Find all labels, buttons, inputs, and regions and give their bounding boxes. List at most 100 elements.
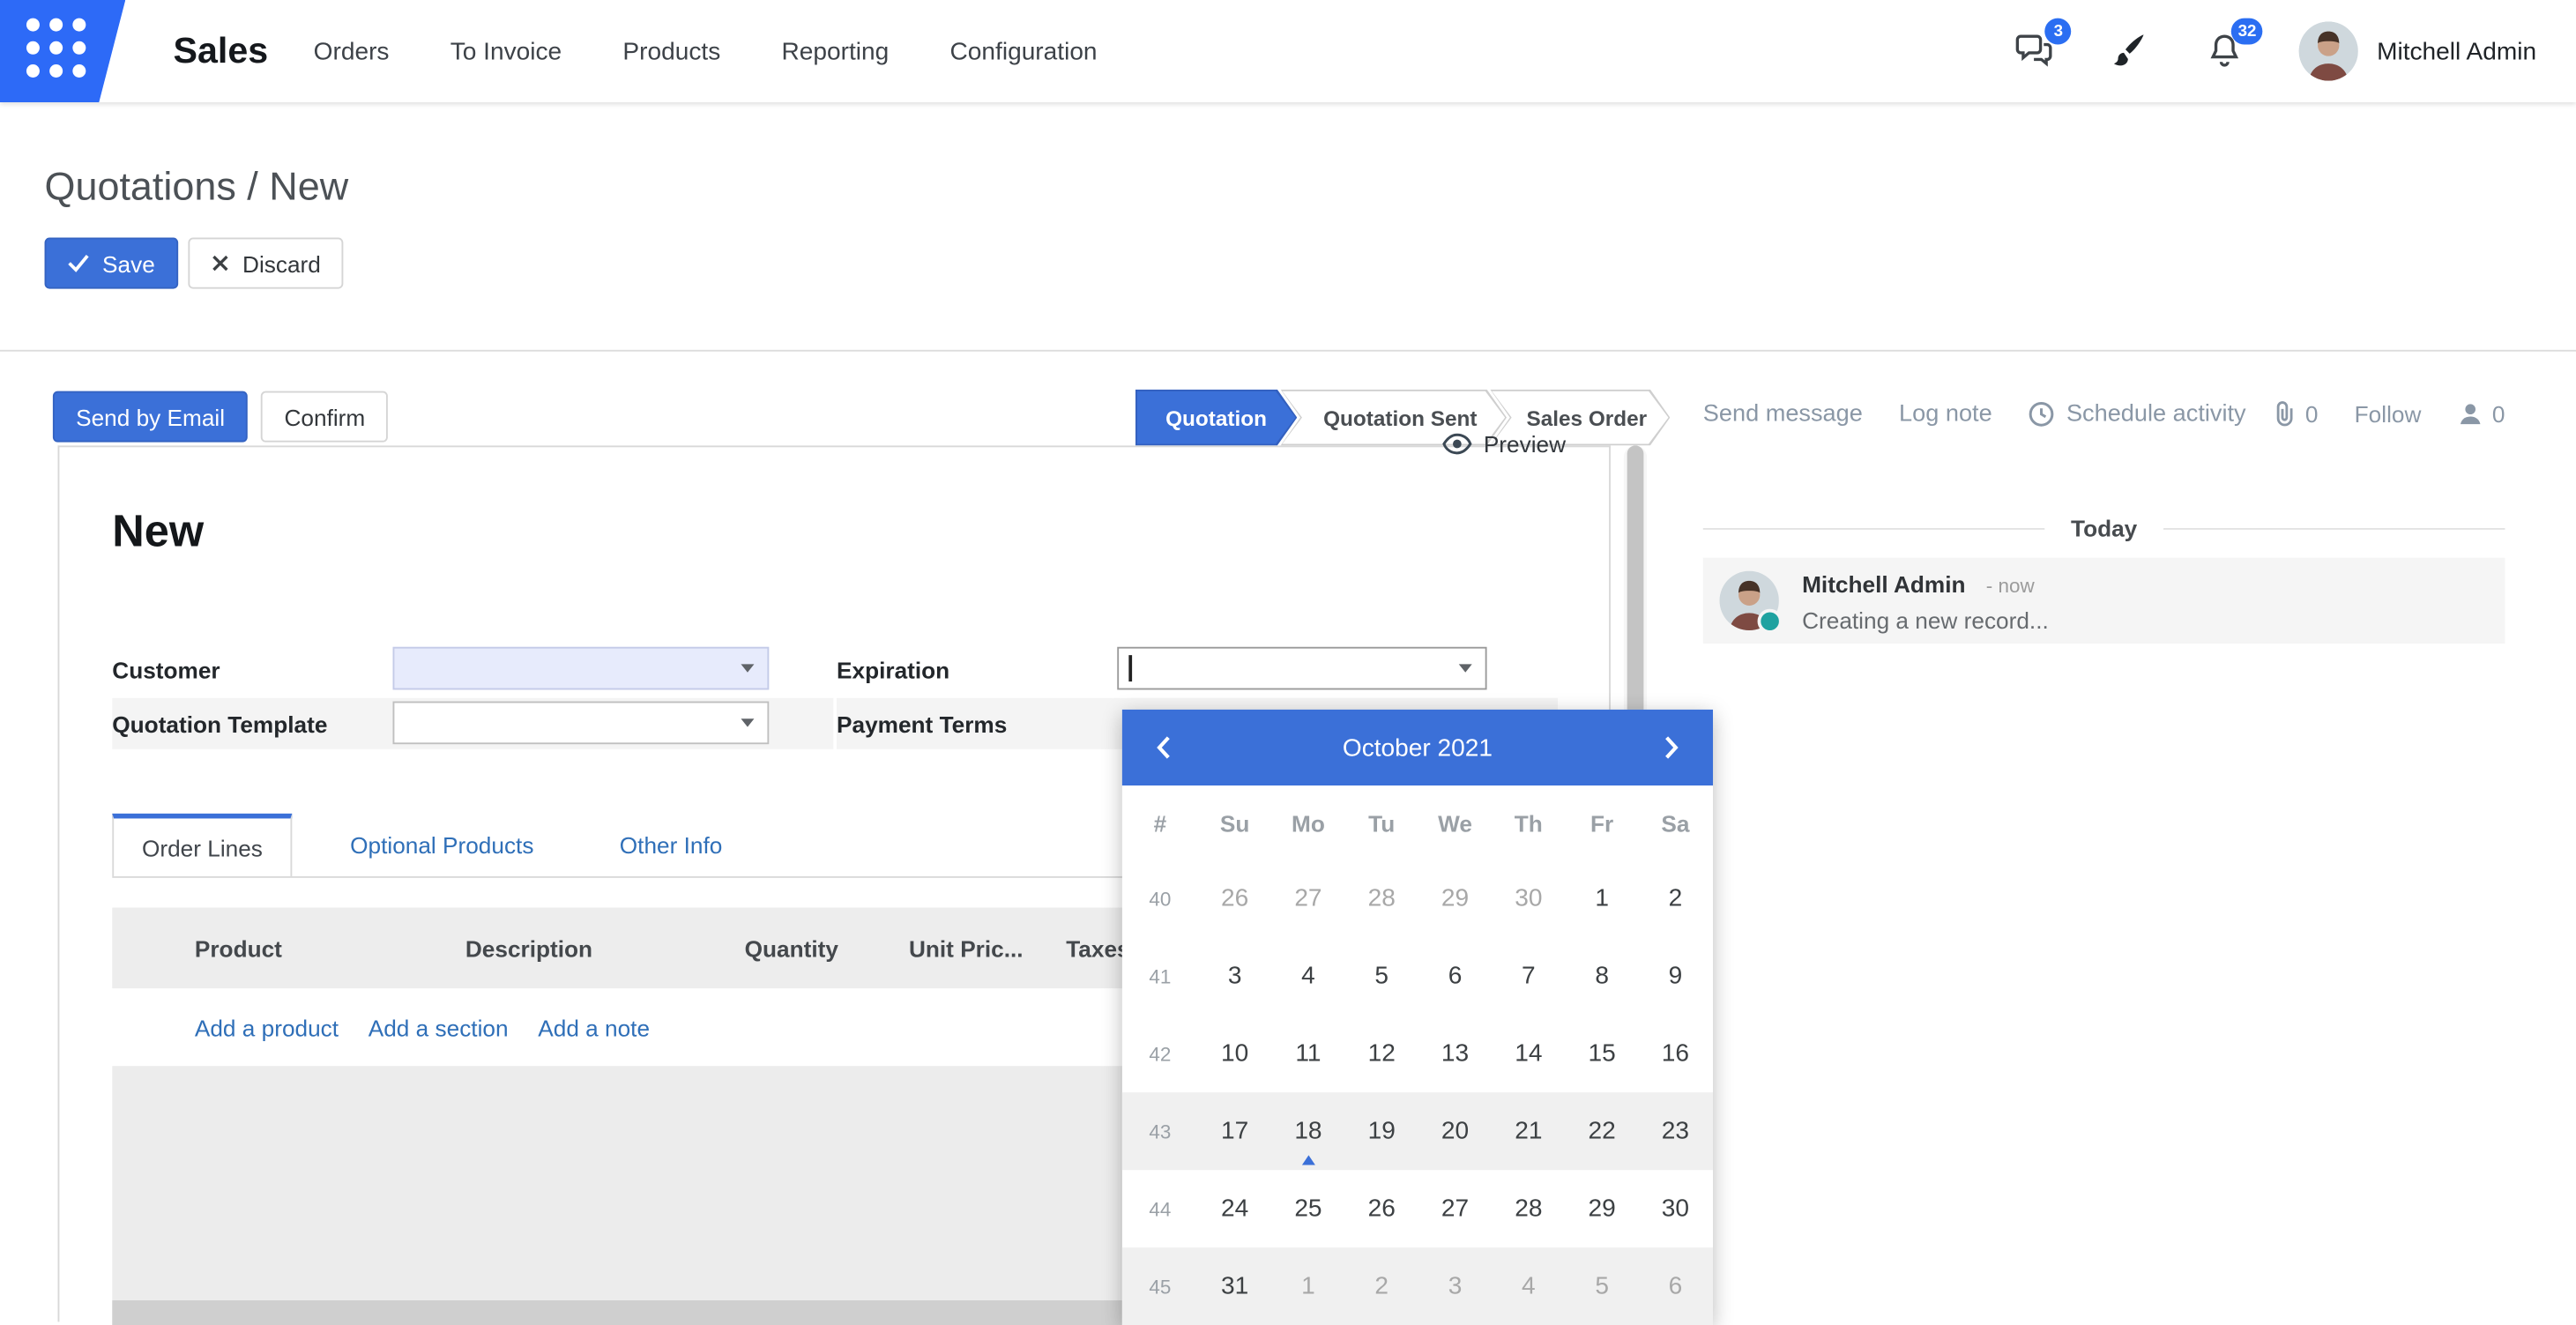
calendar-day[interactable]: 2 — [1639, 860, 1712, 937]
calendar-day[interactable]: 16 — [1639, 1015, 1712, 1092]
calendar-day[interactable]: 9 — [1639, 937, 1712, 1015]
calendar-day[interactable]: 28 — [1492, 1170, 1565, 1247]
previous-month-button[interactable] — [1145, 727, 1185, 767]
quotation-template-field[interactable] — [393, 702, 770, 745]
separator-line — [2163, 527, 2505, 529]
calendar-day[interactable]: 29 — [1565, 1170, 1638, 1247]
calendar-day[interactable]: 6 — [1639, 1247, 1712, 1325]
calendar-day[interactable]: 6 — [1418, 937, 1492, 1015]
clock-icon — [2029, 401, 2055, 428]
calendar-day[interactable]: 1 — [1565, 860, 1638, 937]
calendar-day[interactable]: 21 — [1492, 1092, 1565, 1170]
activities-button[interactable]: 32 — [2204, 30, 2247, 73]
messages-button[interactable]: 3 — [2012, 30, 2055, 73]
record-title: New — [112, 507, 204, 558]
calendar-day[interactable]: 17 — [1198, 1092, 1271, 1170]
datepicker-popup: October 2021 # Su Mo Tu We Th Fr Sa 40 2… — [1122, 710, 1713, 1325]
status-quotation[interactable]: Quotation — [1135, 390, 1297, 446]
calendar-day[interactable]: 5 — [1565, 1247, 1638, 1325]
message-author[interactable]: Mitchell Admin — [1802, 571, 1965, 598]
calendar-day[interactable]: 3 — [1198, 937, 1271, 1015]
calendar-day[interactable]: 25 — [1271, 1170, 1344, 1247]
customer-field[interactable] — [393, 647, 770, 690]
calendar-day[interactable]: 5 — [1345, 937, 1418, 1015]
calendar-day[interactable]: 12 — [1345, 1015, 1418, 1092]
column-description[interactable]: Description — [465, 934, 730, 961]
weekday-header: Sa — [1639, 809, 1712, 836]
app-name[interactable]: Sales — [174, 0, 269, 102]
calendar-day[interactable]: 24 — [1198, 1170, 1271, 1247]
preview-button[interactable]: Preview — [1442, 431, 1566, 458]
calendar-day[interactable]: 27 — [1418, 1170, 1492, 1247]
calendar-day[interactable]: 19 — [1345, 1092, 1418, 1170]
schedule-activity-button[interactable]: Schedule activity — [2029, 401, 2246, 428]
column-product[interactable]: Product — [112, 934, 465, 961]
calendar-day[interactable]: 30 — [1639, 1170, 1712, 1247]
calendar-day[interactable]: 20 — [1418, 1092, 1492, 1170]
menu-reporting[interactable]: Reporting — [782, 37, 890, 65]
calendar-day[interactable]: 29 — [1418, 860, 1492, 937]
calendar-day[interactable]: 31 — [1198, 1247, 1271, 1325]
calendar-day[interactable]: 1 — [1271, 1247, 1344, 1325]
calendar-day[interactable]: 7 — [1492, 937, 1565, 1015]
calendar-day[interactable]: 26 — [1198, 860, 1271, 937]
datepicker-month-title[interactable]: October 2021 — [1185, 733, 1650, 762]
add-a-section-link[interactable]: Add a section — [369, 1014, 509, 1040]
calendar-day[interactable]: 15 — [1565, 1015, 1638, 1092]
save-button-label: Save — [102, 250, 155, 277]
menu-products[interactable]: Products — [622, 37, 720, 65]
menu-configuration[interactable]: Configuration — [950, 37, 1098, 65]
calendar-day[interactable]: 22 — [1565, 1092, 1638, 1170]
breadcrumb-current: New — [269, 165, 348, 210]
week-number: 43 — [1122, 1120, 1198, 1143]
confirm-button[interactable]: Confirm — [261, 391, 388, 443]
menu-to-invoice[interactable]: To Invoice — [450, 37, 562, 65]
calendar-day[interactable]: 27 — [1271, 860, 1344, 937]
menu-orders[interactable]: Orders — [314, 37, 390, 65]
breadcrumb-quotations[interactable]: Quotations — [45, 165, 236, 210]
calendar-day[interactable]: 3 — [1418, 1247, 1492, 1325]
calendar-day[interactable]: 13 — [1418, 1015, 1492, 1092]
user-avatar — [2299, 21, 2358, 80]
apps-menu-button[interactable] — [0, 0, 125, 102]
calendar-day[interactable]: 8 — [1565, 937, 1638, 1015]
chevron-right-icon — [1657, 734, 1683, 761]
user-menu[interactable]: Mitchell Admin — [2299, 21, 2536, 80]
save-button[interactable]: Save — [45, 238, 178, 289]
calendar-day[interactable]: 28 — [1345, 860, 1418, 937]
calendar-day[interactable]: 4 — [1492, 1247, 1565, 1325]
expiration-field[interactable] — [1117, 647, 1486, 690]
follow-button[interactable]: Follow — [2355, 401, 2422, 428]
calendar-day[interactable]: 10 — [1198, 1015, 1271, 1092]
attachment-count: 0 — [2305, 401, 2319, 428]
calendar-day-today[interactable]: 18 — [1271, 1092, 1344, 1170]
tab-optional-products[interactable]: Optional Products — [322, 814, 562, 876]
send-message-button[interactable]: Send message — [1703, 401, 1863, 428]
top-navbar: Sales Orders To Invoice Products Reporti… — [0, 0, 2576, 102]
add-a-note-link[interactable]: Add a note — [538, 1014, 650, 1040]
weekday-header: Su — [1198, 809, 1271, 836]
followers-button[interactable]: 0 — [2458, 401, 2505, 428]
column-taxes[interactable]: Taxes — [1024, 934, 1130, 961]
studio-button[interactable] — [2108, 30, 2151, 73]
quotation-template-label: Quotation Template — [112, 711, 327, 738]
send-by-email-button[interactable]: Send by Email — [53, 391, 248, 443]
attachments-button[interactable]: 0 — [2272, 401, 2318, 428]
calendar-day[interactable]: 2 — [1345, 1247, 1418, 1325]
calendar-day[interactable]: 30 — [1492, 860, 1565, 937]
calendar-day[interactable]: 23 — [1639, 1092, 1712, 1170]
tab-order-lines[interactable]: Order Lines — [112, 814, 292, 876]
tab-other-info[interactable]: Other Info — [592, 814, 750, 876]
column-unit-price[interactable]: Unit Pric... — [838, 934, 1024, 961]
log-note-button[interactable]: Log note — [1899, 401, 1992, 428]
calendar-day[interactable]: 4 — [1271, 937, 1344, 1015]
next-month-button[interactable] — [1650, 727, 1690, 767]
calendar-day[interactable]: 14 — [1492, 1015, 1565, 1092]
discard-button[interactable]: Discard — [188, 238, 344, 289]
calendar-day[interactable]: 11 — [1271, 1015, 1344, 1092]
app-window: Sales Orders To Invoice Products Reporti… — [0, 0, 2576, 1322]
message-content: Mitchell Admin - now Creating a new reco… — [1802, 571, 2049, 634]
calendar-day[interactable]: 26 — [1345, 1170, 1418, 1247]
add-a-product-link[interactable]: Add a product — [195, 1014, 339, 1040]
column-quantity[interactable]: Quantity — [729, 934, 838, 961]
